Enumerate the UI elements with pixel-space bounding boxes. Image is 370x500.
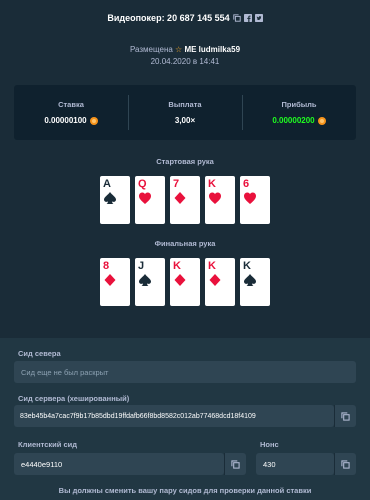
placed-by-label: Размещена (129, 45, 173, 54)
copy-icon (341, 459, 350, 469)
diamond-suit-icon (173, 273, 187, 287)
final-hand-label: Финальная рука (154, 239, 216, 248)
playing-card: K (170, 258, 200, 306)
playing-card: Q (135, 176, 165, 224)
server-seed-field[interactable]: Сид еще не был раскрыт (14, 361, 356, 383)
client-seed-field[interactable]: e4440e9110 (14, 453, 224, 475)
btc-coin-icon (89, 116, 98, 125)
facebook-icon[interactable] (243, 14, 252, 22)
card-rank: 8 (103, 260, 110, 272)
playing-card: K (205, 176, 235, 224)
spade-suit-icon (243, 273, 257, 287)
card-rank: K (173, 260, 181, 272)
username-link[interactable]: ME ludmilka59 (184, 45, 240, 54)
stat-profit-label: Прибыль (281, 100, 317, 109)
bet-title: Видеопокер: 20 687 145 554 (107, 13, 230, 23)
heart-suit-icon (138, 191, 152, 205)
card-rank: A (103, 178, 111, 190)
card-rank: 7 (173, 178, 180, 190)
stat-payout-label: Выплата (168, 100, 202, 109)
card-rank: K (208, 260, 216, 272)
playing-card: 7 (170, 176, 200, 224)
playing-card: 8 (100, 258, 130, 306)
server-seed-hashed-field[interactable]: 83eb45b4a7cac7f9b17b85dbd19ffdafb66f8bd8… (14, 405, 334, 427)
card-rank: 6 (243, 178, 250, 190)
card-rank: Q (138, 178, 147, 190)
twitter-icon[interactable] (254, 14, 263, 22)
bet-stats: Ставка 0.00000100 Выплата 3,00× Прибыль … (14, 85, 356, 140)
nonce-label: Нонс (260, 440, 279, 449)
nonce-field[interactable]: 430 (256, 453, 334, 475)
bet-meta: Размещена ☆ ME ludmilka59 20.04.2020 в 1… (0, 44, 370, 68)
card-rank: K (208, 178, 216, 190)
diamond-suit-icon (173, 191, 187, 205)
playing-card: 6 (240, 176, 270, 224)
final-hand: 8 J K K K (100, 258, 272, 306)
client-seed-label: Клиентский сид (18, 440, 78, 449)
playing-card: K (205, 258, 235, 306)
start-hand: A Q 7 K 6 (100, 176, 272, 224)
server-seed-label: Сид севера (18, 349, 61, 358)
playing-card: A (100, 176, 130, 224)
star-icon: ☆ (175, 45, 183, 54)
server-seed-hashed-label: Сид сервера (хешированный) (18, 394, 130, 403)
heart-suit-icon (243, 191, 257, 205)
diamond-suit-icon (103, 273, 117, 287)
stat-bet-value: 0.00000100 (44, 116, 87, 125)
stat-bet: Ставка 0.00000100 (14, 85, 128, 140)
change-seed-note: Вы должны сменить вашу пару сидов для пр… (58, 486, 312, 495)
playing-card: J (135, 258, 165, 306)
copy-icon[interactable] (232, 14, 241, 22)
stat-payout-value: 3,00× (174, 116, 196, 125)
copy-icon (341, 411, 350, 421)
heart-suit-icon (208, 191, 222, 205)
diamond-suit-icon (208, 273, 222, 287)
copy-nonce-button[interactable] (334, 453, 356, 475)
start-hand-label: Стартовая рука (156, 157, 214, 166)
stat-profit-value: 0.00000200 (272, 116, 315, 125)
btc-coin-icon (317, 116, 326, 125)
card-rank: J (138, 260, 145, 272)
copy-icon (231, 459, 240, 469)
spade-suit-icon (103, 191, 117, 205)
playing-card: K (240, 258, 270, 306)
copy-hashed-seed-button[interactable] (334, 405, 356, 427)
card-rank: K (243, 260, 251, 272)
stat-profit: Прибыль 0.00000200 (242, 85, 356, 140)
bet-title-row: Видеопокер: 20 687 145 554 (0, 13, 370, 23)
copy-client-seed-button[interactable] (224, 453, 246, 475)
stat-payout: Выплата 3,00× (128, 85, 242, 140)
bet-date: 20.04.2020 в 14:41 (150, 57, 220, 66)
spade-suit-icon (138, 273, 152, 287)
stat-bet-label: Ставка (58, 100, 84, 109)
